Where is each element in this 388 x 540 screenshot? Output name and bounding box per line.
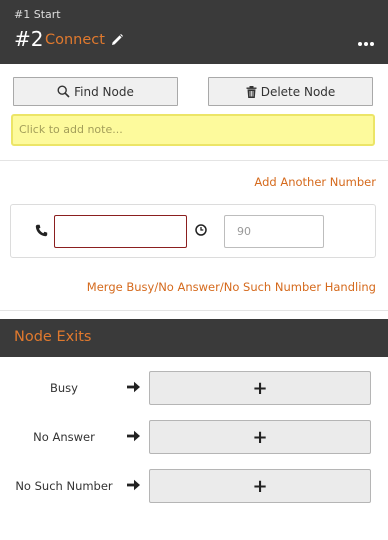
phone-number-input[interactable] <box>54 215 187 248</box>
add-exit-no-answer-button[interactable]: + <box>149 420 371 454</box>
divider <box>0 160 388 161</box>
divider <box>0 310 388 311</box>
clock-icon <box>195 224 207 236</box>
arrow-right-icon <box>127 479 140 491</box>
node-header: #1 Start #2 Connect <box>0 0 388 64</box>
note-field[interactable]: Click to add note... <box>11 114 375 146</box>
more-options-icon[interactable] <box>358 42 374 46</box>
exit-label-no-answer: No Answer <box>33 430 95 444</box>
breadcrumb[interactable]: #1 Start <box>14 8 61 21</box>
search-icon <box>57 85 70 98</box>
exit-label-busy: Busy <box>50 381 78 395</box>
number-card: 90 <box>10 204 376 258</box>
find-node-label: Find Node <box>74 84 134 99</box>
phone-icon <box>35 224 48 237</box>
node-exits-title: Node Exits <box>14 329 92 345</box>
node-exits-header: Node Exits <box>0 319 388 357</box>
timeout-input[interactable]: 90 <box>224 215 324 248</box>
node-name[interactable]: Connect <box>45 32 105 48</box>
find-node-button[interactable]: Find Node <box>13 77 178 106</box>
exit-label-no-such-number: No Such Number <box>15 479 113 493</box>
pencil-icon[interactable] <box>110 33 124 47</box>
add-exit-busy-button[interactable]: + <box>149 371 371 405</box>
merge-handling-link[interactable]: Merge Busy/No Answer/No Such Number Hand… <box>87 280 376 294</box>
add-another-number-link[interactable]: Add Another Number <box>254 175 376 189</box>
trash-icon <box>246 85 257 98</box>
add-exit-no-such-number-button[interactable]: + <box>149 469 371 503</box>
arrow-right-icon <box>127 381 140 393</box>
node-number: #2 <box>14 27 44 51</box>
arrow-right-icon <box>127 430 140 442</box>
delete-node-label: Delete Node <box>260 84 336 99</box>
delete-node-button[interactable]: Delete Node <box>208 77 373 106</box>
